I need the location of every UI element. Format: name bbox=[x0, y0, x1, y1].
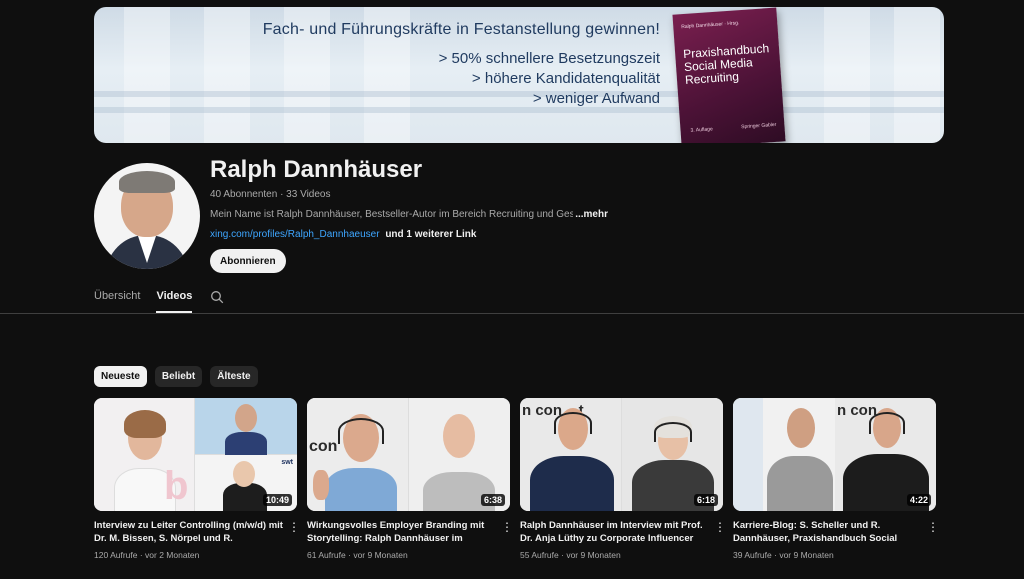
video-grid: b swt 10:49 Interview zu Leiter Controll… bbox=[94, 398, 939, 560]
video-meta: 55 Aufrufe · vor 9 Monaten bbox=[520, 550, 621, 560]
thumb-person-hand bbox=[313, 470, 329, 500]
search-icon[interactable] bbox=[210, 290, 224, 304]
channel-tabs: Übersicht Videos bbox=[94, 290, 208, 313]
banner-line: > 50% schnellere Besetzungszeit bbox=[438, 50, 660, 67]
headset-icon bbox=[554, 412, 592, 434]
thumb-person-hair bbox=[124, 410, 166, 438]
channel-stats: 40 Abonnenten · 33 Videos bbox=[210, 189, 331, 200]
thumb-person-body bbox=[325, 468, 397, 511]
thumb-pane bbox=[195, 398, 297, 456]
book-edition: 3. Auflage bbox=[690, 126, 713, 134]
thumb-person-head bbox=[787, 408, 815, 448]
avatar-hair bbox=[119, 171, 175, 193]
thumb-badge: con bbox=[309, 438, 338, 455]
channel-link[interactable]: xing.com/profiles/Ralph_Dannhaeuser bbox=[210, 229, 380, 240]
video-card[interactable]: b swt 10:49 Interview zu Leiter Controll… bbox=[94, 398, 300, 560]
video-title[interactable]: Ralph Dannhäuser im Interview mit Prof. … bbox=[520, 519, 723, 545]
channel-description-text: Mein Name ist Ralph Dannhäuser, Bestsell… bbox=[210, 209, 605, 220]
channel-description[interactable]: Mein Name ist Ralph Dannhäuser, Bestsell… bbox=[210, 209, 610, 220]
thumb-person-head bbox=[235, 404, 257, 432]
video-meta: 61 Aufrufe · vor 9 Monaten bbox=[307, 550, 408, 560]
video-card[interactable]: con 6:38 Wirkungsvolles Employer Brandin… bbox=[307, 398, 513, 560]
video-title[interactable]: Interview zu Leiter Controlling (m/w/d) … bbox=[94, 519, 297, 545]
banner-window-decor bbox=[204, 7, 250, 143]
book-author: Ralph Dannhäuser · Hrsg. bbox=[681, 20, 740, 31]
video-duration: 6:18 bbox=[693, 494, 718, 506]
thumb-pane bbox=[763, 398, 835, 511]
banner-headline: Fach- und Führungskräfte in Festanstellu… bbox=[262, 21, 660, 38]
video-thumbnail[interactable]: n con t 6:18 bbox=[520, 398, 723, 511]
banner-window-decor bbox=[894, 7, 940, 143]
banner-window-decor bbox=[124, 7, 170, 143]
chip-popular[interactable]: Beliebt bbox=[154, 366, 203, 387]
headset-icon bbox=[338, 418, 384, 444]
video-age: vor 9 Monaten bbox=[353, 550, 408, 560]
thumb-person-head bbox=[233, 461, 255, 487]
thumb-logo: b bbox=[164, 464, 189, 508]
headset-icon bbox=[654, 422, 692, 442]
book-title: Praxishandbuch Social Media Recruiting bbox=[682, 41, 770, 88]
more-links-button[interactable]: und 1 weiterer Link bbox=[385, 229, 476, 240]
video-age: vor 9 Monaten bbox=[566, 550, 621, 560]
video-duration: 4:22 bbox=[906, 494, 931, 506]
thumb-person-head bbox=[443, 414, 475, 458]
more-vert-icon[interactable]: ⋮ bbox=[501, 520, 513, 534]
channel-avatar[interactable] bbox=[94, 163, 200, 269]
thumb-pane: b bbox=[94, 398, 194, 511]
description-more-link[interactable]: ...mehr bbox=[573, 209, 608, 220]
video-age: vor 2 Monaten bbox=[145, 550, 200, 560]
video-title[interactable]: Karriere-Blog: S. Scheller und R. Dannhä… bbox=[733, 519, 936, 545]
banner-line: > weniger Aufwand bbox=[532, 90, 660, 107]
banner-text: Fach- und Führungskräfte in Festanstellu… bbox=[263, 21, 660, 109]
thumb-person-body bbox=[225, 432, 267, 456]
video-card[interactable]: n con t 6:18 Ralph Dannhäuser im Intervi… bbox=[520, 398, 726, 560]
thumb-pane: con bbox=[307, 398, 408, 511]
video-thumbnail[interactable]: con 6:38 bbox=[307, 398, 510, 511]
book-publisher: Springer Gabler bbox=[740, 121, 777, 131]
video-duration: 10:49 bbox=[262, 494, 292, 506]
video-meta: 39 Aufrufe · vor 9 Monaten bbox=[733, 550, 834, 560]
channel-name: Ralph Dannhäuser bbox=[210, 156, 423, 183]
sort-chips: Neueste Beliebt Älteste bbox=[94, 366, 258, 387]
headset-icon bbox=[869, 412, 905, 434]
thumb-pane: n con t bbox=[520, 398, 621, 511]
tab-overview[interactable]: Übersicht bbox=[94, 290, 140, 313]
video-age: vor 9 Monaten bbox=[779, 550, 834, 560]
more-vert-icon[interactable]: ⋮ bbox=[288, 520, 300, 534]
channel-links: xing.com/profiles/Ralph_Dannhaeuser und … bbox=[210, 229, 476, 240]
subscribe-button[interactable]: Abonnieren bbox=[210, 249, 286, 273]
video-title[interactable]: Wirkungsvolles Employer Branding mit Sto… bbox=[307, 519, 510, 545]
thumb-person-body bbox=[223, 483, 267, 511]
thumb-person-body bbox=[530, 456, 614, 511]
banner-line: > höhere Kandidatenqualität bbox=[471, 70, 660, 87]
chip-newest[interactable]: Neueste bbox=[94, 366, 147, 387]
thumb-person-body bbox=[767, 456, 833, 511]
tabs-divider bbox=[0, 313, 1024, 314]
video-thumbnail[interactable]: b swt 10:49 bbox=[94, 398, 297, 511]
chip-oldest[interactable]: Älteste bbox=[210, 366, 258, 387]
thumb-badge: swt bbox=[281, 459, 293, 466]
more-vert-icon[interactable]: ⋮ bbox=[714, 520, 726, 534]
video-meta: 120 Aufrufe · vor 2 Monaten bbox=[94, 550, 200, 560]
tab-videos[interactable]: Videos bbox=[156, 290, 192, 313]
video-views: 39 Aufrufe bbox=[733, 550, 772, 560]
video-views: 55 Aufrufe bbox=[520, 550, 559, 560]
video-duration: 6:38 bbox=[480, 494, 505, 506]
video-views: 61 Aufrufe bbox=[307, 550, 346, 560]
more-vert-icon[interactable]: ⋮ bbox=[927, 520, 939, 534]
video-views: 120 Aufrufe bbox=[94, 550, 138, 560]
channel-banner: Fach- und Führungskräfte in Festanstellu… bbox=[94, 7, 944, 143]
thumb-pane bbox=[733, 398, 763, 511]
book-cover: Ralph Dannhäuser · Hrsg. Praxishandbuch … bbox=[672, 7, 786, 143]
banner-window-decor bbox=[824, 7, 870, 143]
video-card[interactable]: n con 4:22 Karriere-Blog: S. Scheller un… bbox=[733, 398, 939, 560]
video-thumbnail[interactable]: n con 4:22 bbox=[733, 398, 936, 511]
